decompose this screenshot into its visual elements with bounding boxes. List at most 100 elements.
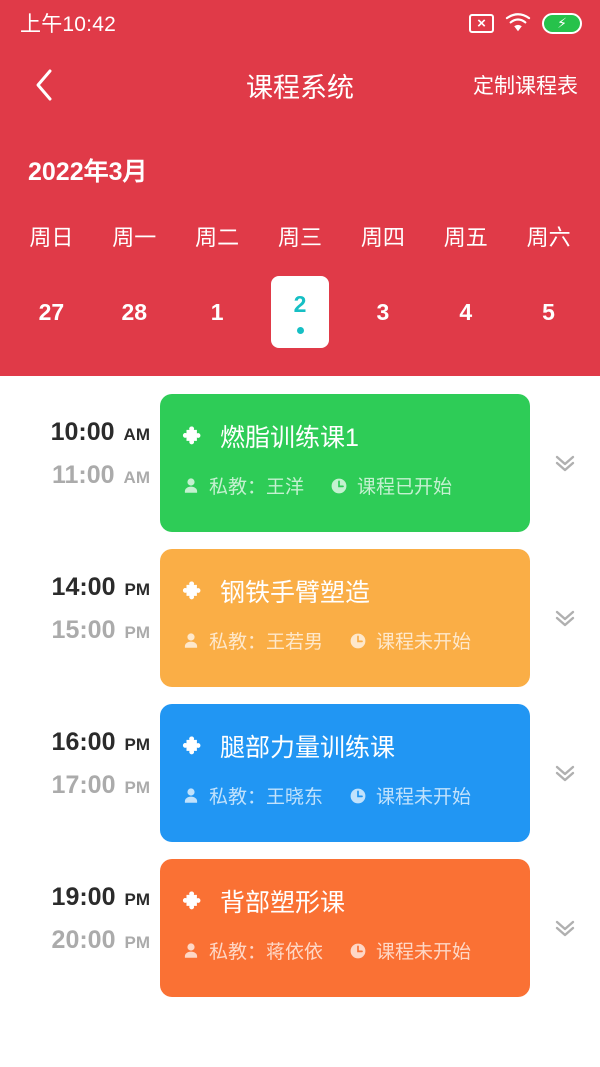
date-number: 4 [459, 298, 473, 325]
expand-button[interactable] [530, 704, 600, 842]
end-time-value: 15:00 [51, 616, 116, 644]
course-title: 腿部力量训练课 [220, 734, 396, 762]
puzzle-icon [182, 426, 201, 444]
calendar-date-row: 27 28 1 2 3 4 5 [0, 276, 600, 348]
clock-icon [350, 943, 366, 958]
date-cell[interactable]: 4 [424, 276, 507, 348]
end-time-meridiem: PM [124, 623, 151, 642]
start-time-value: 10:00 [50, 418, 115, 446]
date-button[interactable]: 4 [437, 276, 495, 348]
status-meta: 课程未开始 [349, 782, 471, 809]
status-bar-clock: 上午10:42 [20, 13, 116, 36]
date-button[interactable]: 3 [354, 276, 412, 348]
weekday-cell: 周六 [507, 220, 590, 252]
date-cell[interactable]: 2 [259, 276, 342, 348]
battery-charging-icon: ⚡ [542, 12, 582, 34]
date-number: 3 [376, 298, 390, 325]
date-number: 27 [38, 298, 65, 325]
course-card[interactable]: 腿部力量训练课 私教：王晓东 课程未开始 [160, 704, 530, 842]
course-card[interactable]: 钢铁手臂塑造 私教：王若男 课程未开始 [160, 549, 530, 687]
time-column: 10:00 AM 11:00 AM [0, 394, 160, 490]
time-column: 19:00 PM 20:00 PM [0, 859, 160, 955]
person-icon [184, 477, 198, 493]
weekday-label: 周一 [112, 225, 157, 250]
start-time: 10:00 AM [0, 418, 150, 447]
date-cell[interactable]: 3 [341, 276, 424, 348]
time-column: 16:00 PM 17:00 PM [0, 704, 160, 800]
end-time-meridiem: PM [124, 933, 151, 952]
person-icon [184, 942, 198, 958]
person-icon [184, 632, 198, 648]
puzzle-icon [182, 736, 201, 754]
date-event-dot [296, 326, 304, 334]
puzzle-icon [182, 891, 201, 909]
schedule-row: 19:00 PM 20:00 PM 背部塑形课 私教：蒋依依 课程未开始 [0, 859, 600, 1014]
course-status: 课程已开始 [357, 477, 453, 498]
coach-meta: 私教：王洋 [182, 472, 304, 499]
start-time-value: 14:00 [51, 573, 116, 601]
end-time: 15:00 PM [0, 616, 150, 645]
date-number: 1 [210, 298, 224, 325]
end-time: 17:00 PM [0, 771, 150, 800]
coach-meta: 私教：王晓东 [182, 782, 323, 809]
date-cell[interactable]: 5 [507, 276, 590, 348]
coach-name: 私教：蒋依依 [209, 942, 324, 963]
end-time-value: 17:00 [51, 771, 116, 799]
expand-button[interactable] [530, 549, 600, 687]
calendar-weekday-row: 周日 周一 周二 周三 周四 周五 周六 [0, 220, 600, 252]
weekday-label: 周日 [29, 225, 74, 250]
date-button[interactable]: 27 [22, 276, 80, 348]
end-time: 11:00 AM [0, 461, 150, 490]
start-time: 14:00 PM [0, 573, 150, 602]
schedule-list: 10:00 AM 11:00 AM 燃脂训练课1 私教：王洋 课程已开始 14:… [0, 376, 600, 1014]
time-column: 14:00 PM 15:00 PM [0, 549, 160, 645]
schedule-row: 16:00 PM 17:00 PM 腿部力量训练课 私教：王晓东 课程未开始 [0, 704, 600, 859]
date-button[interactable]: 1 [188, 276, 246, 348]
clock-icon [350, 633, 366, 648]
expand-button[interactable] [530, 859, 600, 997]
course-card[interactable]: 燃脂训练课1 私教：王洋 课程已开始 [160, 394, 530, 532]
status-meta: 课程已开始 [330, 472, 452, 499]
coach-name: 私教：王晓东 [209, 787, 324, 808]
weekday-cell: 周三 [259, 220, 342, 252]
weekday-cell: 周二 [176, 220, 259, 252]
end-time-meridiem: PM [124, 778, 151, 797]
course-meta-row: 私教：王晓东 课程未开始 [182, 782, 508, 809]
expand-button[interactable] [530, 394, 600, 532]
date-number: 2 [293, 290, 307, 317]
coach-name: 私教：王洋 [209, 477, 305, 498]
chevron-left-icon [36, 69, 52, 101]
customize-schedule-button[interactable]: 定制课程表 [473, 70, 578, 100]
course-title-row: 钢铁手臂塑造 [182, 573, 508, 609]
course-meta-row: 私教：王若男 课程未开始 [182, 627, 508, 654]
weekday-cell: 周五 [424, 220, 507, 252]
date-cell[interactable]: 27 [10, 276, 93, 348]
status-meta: 课程未开始 [349, 627, 471, 654]
date-button[interactable]: 28 [105, 276, 163, 348]
weekday-label: 周六 [526, 225, 571, 250]
date-cell[interactable]: 1 [176, 276, 259, 348]
course-title: 钢铁手臂塑造 [220, 579, 371, 607]
coach-meta: 私教：王若男 [182, 627, 323, 654]
date-cell[interactable]: 28 [93, 276, 176, 348]
app-screen: 上午10:42 ⚡ 课程系统 定制课程表 [0, 0, 600, 1067]
header-block: 上午10:42 ⚡ 课程系统 定制课程表 [0, 0, 600, 376]
date-button-selected[interactable]: 2 [271, 276, 329, 348]
clock-icon [331, 478, 347, 493]
date-button[interactable]: 5 [520, 276, 578, 348]
start-time: 16:00 PM [0, 728, 150, 757]
double-chevron-down-icon [555, 765, 575, 782]
back-button[interactable] [24, 65, 64, 105]
start-time-value: 16:00 [51, 728, 116, 756]
end-time-value: 20:00 [51, 926, 116, 954]
weekday-label: 周二 [195, 225, 240, 250]
end-time-value: 11:00 [51, 461, 115, 489]
start-time-value: 19:00 [51, 883, 116, 911]
schedule-row: 10:00 AM 11:00 AM 燃脂训练课1 私教：王洋 课程已开始 [0, 394, 600, 549]
start-time-meridiem: PM [124, 735, 151, 754]
course-status: 课程未开始 [376, 632, 472, 653]
status-meta: 课程未开始 [349, 937, 471, 964]
course-title-row: 燃脂训练课1 [182, 418, 508, 454]
course-meta-row: 私教：王洋 课程已开始 [182, 472, 508, 499]
course-card[interactable]: 背部塑形课 私教：蒋依依 课程未开始 [160, 859, 530, 997]
